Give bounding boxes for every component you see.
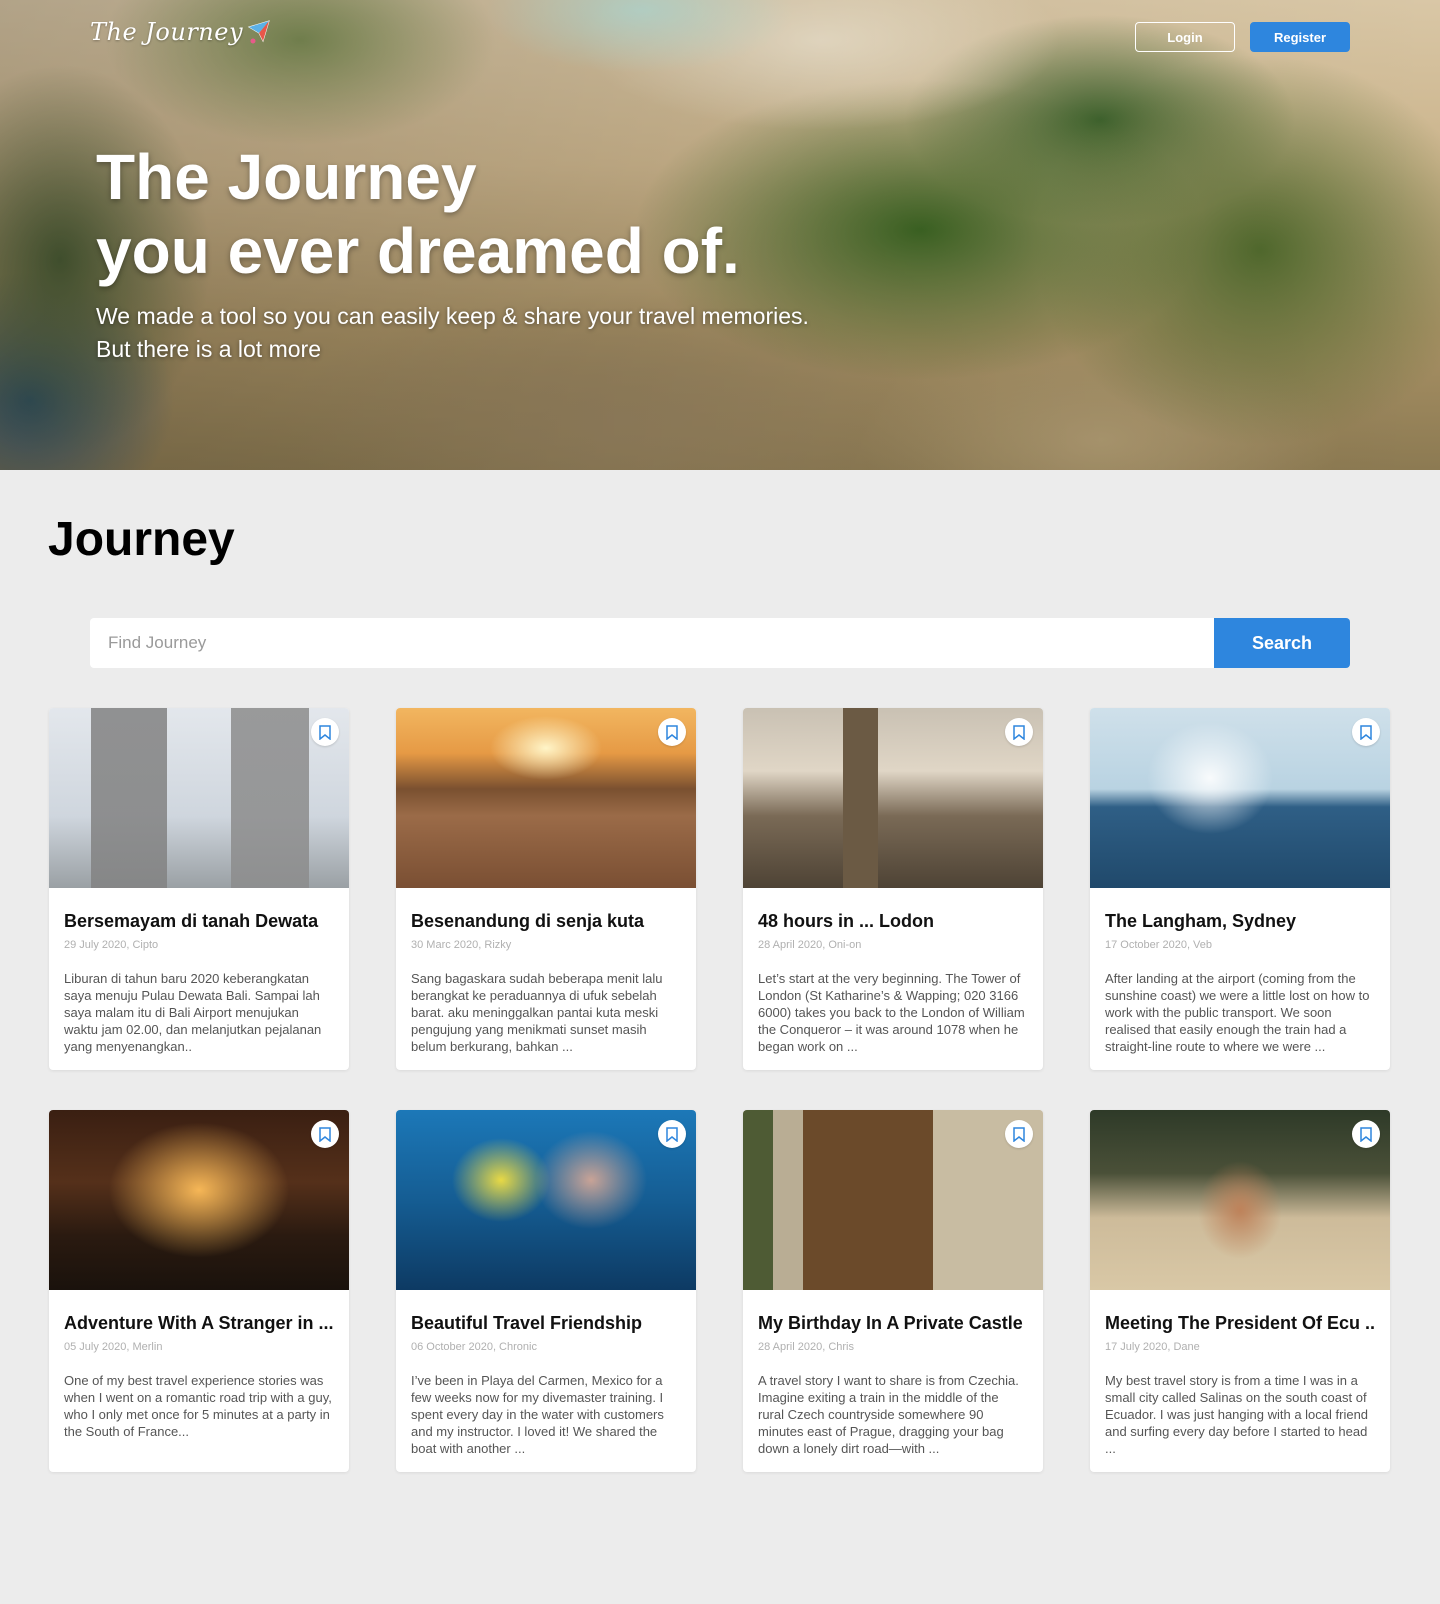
card-meta: 17 October 2020, Veb [1105, 939, 1213, 951]
card-title[interactable]: Meeting The President Of Ecu ... [1105, 1312, 1375, 1334]
search-button[interactable]: Search [1214, 618, 1350, 668]
bookmark-icon[interactable] [311, 1120, 339, 1148]
login-button[interactable]: Login [1135, 22, 1235, 52]
card-description: One of my best travel experience stories… [64, 1373, 332, 1439]
journey-card[interactable]: Beautiful Travel Friendship 06 October 2… [396, 1110, 696, 1472]
card-meta: 06 October 2020, Chronic [411, 1341, 537, 1353]
journey-card[interactable]: Adventure With A Stranger in ... 05 July… [49, 1110, 349, 1472]
journey-card[interactable]: Besenandung di senja kuta 30 Marc 2020, … [396, 708, 696, 1070]
site-logo[interactable]: The Journey [90, 18, 273, 46]
card-image [1090, 708, 1390, 888]
card-image [396, 1110, 696, 1290]
hero-subtitle: We made a tool so you can easily keep & … [96, 300, 809, 366]
card-title[interactable]: Beautiful Travel Friendship [411, 1312, 681, 1334]
card-image [396, 708, 696, 888]
section-title: Journey [48, 513, 235, 566]
journey-card[interactable]: Meeting The President Of Ecu ... 17 July… [1090, 1110, 1390, 1472]
card-meta: 05 July 2020, Merlin [64, 1341, 163, 1353]
register-button[interactable]: Register [1250, 22, 1350, 52]
journey-card[interactable]: The Langham, Sydney 17 October 2020, Veb… [1090, 708, 1390, 1070]
card-title[interactable]: 48 hours in ... Lodon [758, 910, 1028, 932]
card-image [49, 708, 349, 888]
card-title[interactable]: Adventure With A Stranger in ... [64, 1312, 334, 1334]
card-image [1090, 1110, 1390, 1290]
bookmark-icon[interactable] [1005, 1120, 1033, 1148]
bookmark-icon[interactable] [1005, 718, 1033, 746]
hero-subtitle-line-1: We made a tool so you can easily keep & … [96, 303, 809, 329]
card-meta: 28 April 2020, Chris [758, 1341, 854, 1353]
journey-grid: Bersemayam di tanah Dewata 29 July 2020,… [49, 708, 1390, 1472]
card-title[interactable]: Besenandung di senja kuta [411, 910, 681, 932]
card-description: A travel story I want to share is from C… [758, 1373, 1019, 1456]
card-title[interactable]: The Langham, Sydney [1105, 910, 1375, 932]
bookmark-icon[interactable] [658, 718, 686, 746]
journey-card[interactable]: 48 hours in ... Lodon 28 April 2020, Oni… [743, 708, 1043, 1070]
paper-plane-map-icon [247, 19, 273, 45]
hero-title: The Journey you ever dreamed of. [96, 140, 740, 288]
journey-card[interactable]: My Birthday In A Private Castle .. 28 Ap… [743, 1110, 1043, 1472]
card-description: Let’s start at the very beginning. The T… [758, 971, 1025, 1054]
journey-card[interactable]: Bersemayam di tanah Dewata 29 July 2020,… [49, 708, 349, 1070]
card-description: After landing at the airport (coming fro… [1105, 971, 1370, 1054]
hero-banner: The Journey Login Register The Journey y… [0, 0, 1440, 470]
card-title[interactable]: My Birthday In A Private Castle .. [758, 1312, 1028, 1334]
card-meta: 30 Marc 2020, Rizky [411, 939, 512, 951]
card-description: Sang bagaskara sudah beberapa menit lalu… [411, 971, 663, 1054]
card-description: I’ve been in Playa del Carmen, Mexico fo… [411, 1373, 664, 1456]
bookmark-icon[interactable] [658, 1120, 686, 1148]
card-meta: 28 April 2020, Oni-on [758, 939, 862, 951]
hero-title-line-2: you ever dreamed of. [96, 215, 740, 287]
search-input[interactable] [90, 618, 1214, 668]
search-bar: Search [90, 618, 1350, 668]
bookmark-icon[interactable] [311, 718, 339, 746]
card-image [49, 1110, 349, 1290]
logo-text: The Journey [90, 18, 244, 46]
card-description: My best travel story is from a time I wa… [1105, 1373, 1369, 1456]
bookmark-icon[interactable] [1352, 718, 1380, 746]
card-image [743, 708, 1043, 888]
bookmark-icon[interactable] [1352, 1120, 1380, 1148]
hero-title-line-1: The Journey [96, 141, 477, 213]
card-meta: 17 July 2020, Dane [1105, 1341, 1200, 1353]
card-image [743, 1110, 1043, 1290]
card-title[interactable]: Bersemayam di tanah Dewata [64, 910, 334, 932]
hero-subtitle-line-2: But there is a lot more [96, 336, 321, 362]
card-description: Liburan di tahun baru 2020 keberangkatan… [64, 971, 322, 1054]
card-meta: 29 July 2020, Cipto [64, 939, 159, 951]
